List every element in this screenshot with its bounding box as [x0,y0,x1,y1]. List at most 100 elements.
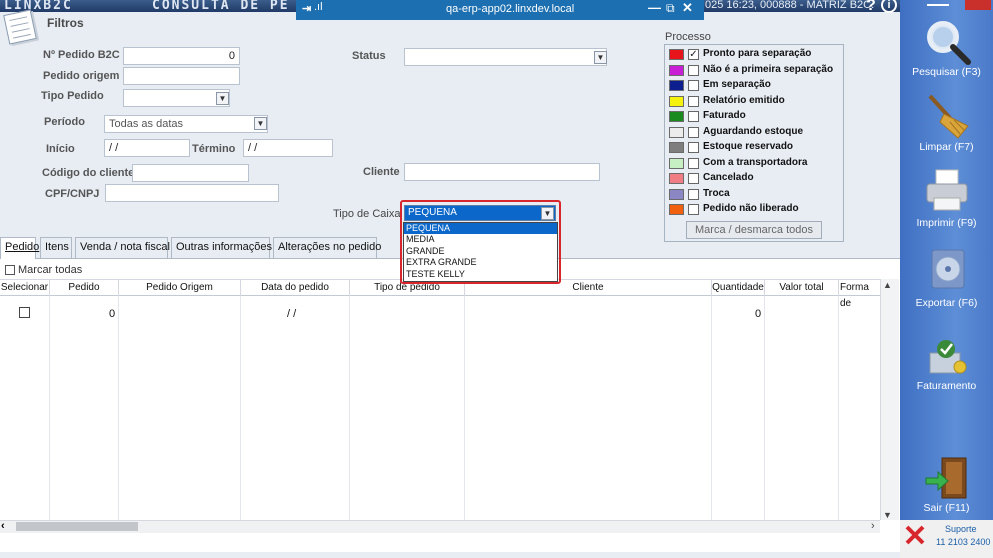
processo-item-label: Pronto para separação [703,48,812,59]
processo-item-label: Faturado [703,110,746,121]
processo-title: Processo [665,31,711,43]
column-header[interactable]: Pedido Origem [119,280,241,297]
window-minimize-icon[interactable] [927,0,949,6]
search-icon[interactable] [924,18,972,66]
color-swatch [669,204,684,215]
window-close-icon[interactable] [965,0,991,10]
checkbox-icon[interactable] [5,265,15,275]
checkbox-icon[interactable] [688,80,699,91]
broom-icon[interactable] [924,92,972,142]
imprimir-button[interactable]: Imprimir (F9) [900,217,993,229]
cliente-input[interactable] [404,163,600,181]
processo-item-label: Estoque reservado [703,141,794,152]
marcar-todas-label: Marcar todas [18,264,83,276]
remote-host-name: qa-erp-app02.linxdev.local [446,3,575,15]
status-select[interactable] [404,48,607,66]
row-select-checkbox[interactable] [19,307,30,318]
chevron-down-icon[interactable]: ▼ [594,51,607,64]
pin-icon[interactable]: ⇥ [302,2,311,15]
column-header[interactable]: Quantidade [712,280,765,297]
color-swatch [669,80,684,91]
restore-icon[interactable]: ⧉ [666,1,675,16]
column-header[interactable]: Pedido [50,280,119,297]
printer-icon[interactable] [924,168,972,214]
vertical-scrollbar[interactable] [880,279,899,520]
chevron-down-icon[interactable]: ▼ [254,117,267,130]
checkbox-icon[interactable] [688,126,699,138]
checkbox-icon[interactable] [688,95,699,107]
tab-itens[interactable]: Itens [40,237,72,258]
row-pedido-cell: 0 [109,308,116,320]
faturamento-icon[interactable] [924,333,972,379]
dropdown-option[interactable]: TESTE KELLY [404,269,557,280]
scroll-thumb[interactable] [16,522,138,531]
processo-item-label: Cancelado [703,172,754,183]
tab-venda-nota-fiscal[interactable]: Venda / nota fiscal [75,237,170,258]
dropdown-option[interactable]: EXTRA GRANDE [404,257,557,268]
tab-pedido[interactable]: Pedido [0,237,39,259]
codigo-cliente-label: Código do cliente [42,167,135,179]
exportar-button[interactable]: Exportar (F6) [900,297,993,309]
tipo-caixa-select[interactable]: PEQUENA [404,205,556,221]
dropdown-option[interactable]: MEDIA [404,234,557,245]
periodo-label: Período [44,116,85,128]
pedido-b2c-input[interactable]: 0 [123,47,240,65]
chevron-down-icon[interactable]: ▼ [541,207,554,220]
faturamento-button[interactable]: Faturamento [900,380,993,392]
checkmark-icon[interactable]: ✓ [688,49,699,60]
grid-column [241,296,350,520]
checkbox-icon[interactable] [688,157,699,169]
tipo-caixa-options: PEQUENA MEDIA GRANDE EXTRA GRANDE TESTE … [403,222,558,282]
periodo-select[interactable]: Todas as datas [104,115,268,133]
checkbox-icon[interactable] [688,111,699,122]
checkbox-icon[interactable] [688,173,699,184]
marca-desmarca-button[interactable]: Marca / desmarca todos [686,221,822,239]
limpar-button[interactable]: Limpar (F7) [900,141,993,153]
checkbox-icon[interactable] [688,64,699,76]
minimize-icon[interactable]: — [648,0,661,15]
tab-alteracoes-pedido[interactable]: Alterações no pedido [273,237,381,258]
pesquisar-button[interactable]: Pesquisar (F3) [900,66,993,78]
scroll-up-icon[interactable]: ▲ [883,280,892,290]
processo-item-label: Troca [703,187,730,199]
tab-outras-informacoes[interactable]: Outras informações [171,237,272,258]
app-title: LINXB2C [4,0,73,13]
cpf-cnpj-input[interactable] [105,184,279,202]
scroll-right-icon[interactable]: › [871,520,875,532]
grid-column [350,296,465,520]
scroll-left-icon[interactable]: ‹ [1,520,5,532]
sair-button[interactable]: Sair (F11) [900,502,993,514]
filters-title: Filtros [47,16,84,30]
inicio-label: Início [46,143,75,155]
column-header[interactable]: Forma de [839,280,880,309]
termino-date-input[interactable]: / / [243,139,333,157]
chevron-down-icon[interactable]: ▼ [216,92,229,105]
grid-column [0,296,50,520]
dropdown-option[interactable]: GRANDE [404,246,557,257]
checkbox-icon[interactable] [688,204,699,215]
codigo-cliente-input[interactable] [132,164,249,182]
tipo-caixa-label: Tipo de Caixa [333,208,401,220]
termino-label: Término [192,143,236,155]
color-swatch [669,64,684,76]
export-icon[interactable] [924,246,972,294]
grid-column [712,296,765,520]
document-icon [3,9,37,45]
inicio-date-input[interactable]: / / [104,139,190,157]
pedido-origem-input[interactable] [123,67,240,85]
close-icon[interactable]: ✕ [682,0,693,16]
column-header[interactable]: Data do pedido [241,280,350,297]
cpf-cnpj-label: CPF/CNPJ [45,188,100,200]
help-icon[interactable]: ? [866,0,876,15]
column-header[interactable]: Selecionar [0,280,50,297]
checkbox-icon[interactable] [688,142,699,153]
scroll-down-icon[interactable]: ▼ [883,510,892,520]
column-header[interactable]: Valor total [765,280,839,297]
checkbox-icon[interactable] [688,188,699,200]
processo-item-label: Aguardando estoque [703,125,804,137]
exit-door-icon[interactable] [924,454,972,502]
pedido-origem-label: Pedido origem [43,70,120,82]
processo-item-label: Com a transportadora [703,156,808,168]
tipo-pedido-select[interactable] [123,89,230,107]
dropdown-option[interactable]: PEQUENA [404,223,557,235]
